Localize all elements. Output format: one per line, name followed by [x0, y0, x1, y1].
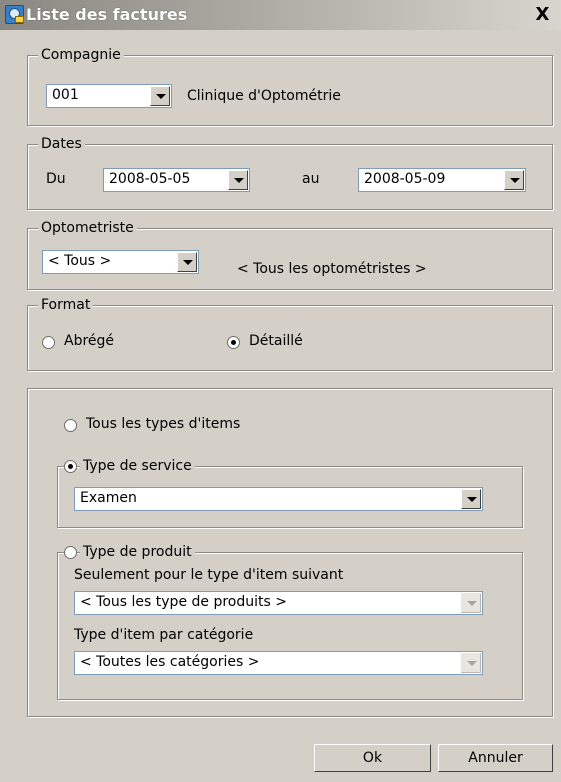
- format-abrege-label[interactable]: Abrégé: [64, 333, 114, 349]
- chevron-down-icon[interactable]: [461, 653, 481, 673]
- date-from-label: Du: [46, 171, 66, 187]
- chevron-down-icon[interactable]: [228, 170, 248, 190]
- dates-legend: Dates: [38, 135, 85, 153]
- compagnie-name: Clinique d'Optométrie: [187, 88, 341, 104]
- compagnie-select[interactable]: 001: [46, 84, 172, 108]
- date-to-picker[interactable]: 2008-05-09: [358, 168, 526, 192]
- close-button[interactable]: X: [534, 6, 551, 24]
- product-subtype-select[interactable]: < Tous les type de produits >: [74, 591, 483, 615]
- dates-group: Dates Du 2008-05-05 au 2008-05-09: [27, 135, 553, 210]
- format-detaille-label[interactable]: Détaillé: [249, 333, 303, 349]
- chevron-down-icon[interactable]: [461, 489, 481, 509]
- service-type-label[interactable]: Type de service: [80, 457, 195, 475]
- date-to-value: 2008-05-09: [364, 171, 446, 187]
- format-detaille-radio[interactable]: [227, 336, 240, 349]
- chevron-down-icon[interactable]: [150, 86, 170, 106]
- product-type-label[interactable]: Type de produit: [80, 543, 195, 561]
- optometriste-description: < Tous les optométristes >: [237, 261, 427, 277]
- product-category-label: Type d'item par catégorie: [74, 627, 254, 643]
- service-type-group: Type de service Examen: [57, 457, 523, 528]
- product-subtype-value: < Tous les type de produits >: [80, 594, 287, 610]
- date-from-value: 2008-05-05: [109, 171, 191, 187]
- service-type-radio[interactable]: [64, 460, 77, 473]
- optometriste-value: < Tous >: [48, 253, 112, 269]
- product-type-radio[interactable]: [64, 546, 77, 559]
- ok-button[interactable]: Ok: [314, 744, 431, 772]
- product-category-select[interactable]: < Toutes les catégories >: [74, 651, 483, 675]
- chevron-down-icon[interactable]: [177, 252, 197, 272]
- service-type-value: Examen: [80, 490, 137, 506]
- cancel-button[interactable]: Annuler: [438, 744, 553, 772]
- app-icon: [5, 5, 24, 24]
- compagnie-legend: Compagnie: [38, 46, 124, 64]
- compagnie-code: 001: [52, 87, 79, 103]
- all-item-types-label[interactable]: Tous les types d'items: [86, 416, 240, 432]
- optometriste-group: Optometriste < Tous > < Tous les optomét…: [27, 219, 553, 290]
- service-type-select[interactable]: Examen: [74, 487, 483, 511]
- product-category-value: < Toutes les catégories >: [80, 654, 260, 670]
- optometriste-legend: Optometriste: [38, 219, 137, 237]
- product-subtype-label: Seulement pour le type d'item suivant: [74, 567, 344, 583]
- format-abrege-radio[interactable]: [42, 336, 55, 349]
- all-item-types-radio[interactable]: [64, 419, 77, 432]
- compagnie-group: Compagnie 001 Clinique d'Optométrie: [27, 46, 553, 126]
- optometriste-select[interactable]: < Tous >: [42, 250, 199, 274]
- date-to-label: au: [302, 171, 320, 187]
- chevron-down-icon[interactable]: [461, 593, 481, 613]
- chevron-down-icon[interactable]: [504, 170, 524, 190]
- format-legend: Format: [38, 296, 94, 314]
- product-type-group: Type de produit Seulement pour le type d…: [57, 543, 523, 700]
- format-group: Format Abrégé Détaillé: [27, 296, 553, 371]
- date-from-picker[interactable]: 2008-05-05: [103, 168, 250, 192]
- window-title: Liste des factures: [26, 5, 188, 24]
- items-group: Tous les types d'items Type de service E…: [27, 388, 553, 717]
- title-bar: Liste des factures X: [0, 0, 561, 30]
